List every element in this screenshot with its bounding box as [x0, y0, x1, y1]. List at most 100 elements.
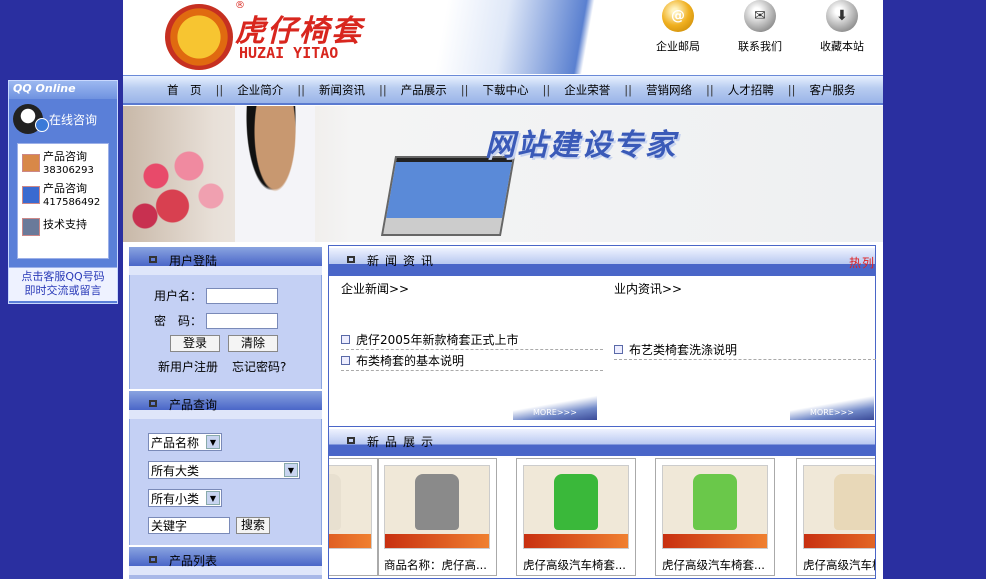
- product-image: [662, 465, 768, 549]
- clear-button[interactable]: 清除: [228, 335, 278, 352]
- nav-item[interactable]: 客户服务: [810, 82, 856, 98]
- top-links: @ 企业邮局 ✉ 联系我们 ⬇ 收藏本站: [649, 0, 871, 54]
- product-image: [523, 465, 629, 549]
- news-item[interactable]: 布艺类椅套洗涤说明: [614, 339, 876, 360]
- nav-item[interactable]: 人才招聘: [728, 82, 774, 98]
- product-carousel: 车... 商品名称：虎仔高... 虎仔高级汽车椅套... 虎仔高级汽车椅套... 虎仔高…: [329, 456, 875, 576]
- qq-contact-label: 产品咨询: [43, 150, 87, 163]
- bookmark-link[interactable]: ⬇ 收藏本站: [813, 0, 871, 54]
- company-news-title[interactable]: 企业新闻>>: [341, 280, 602, 297]
- qq-contact[interactable]: 产品咨询 38306293: [22, 150, 104, 178]
- nav-item[interactable]: 企业荣誉: [564, 82, 610, 98]
- subcategory-select-value: 所有小类: [151, 491, 200, 506]
- square-icon: [347, 256, 355, 263]
- product-name: 虎仔高级汽车椅套...: [803, 558, 875, 572]
- contact-us-link[interactable]: ✉ 联系我们: [731, 0, 789, 54]
- qq-contact[interactable]: 产品咨询 417586492: [22, 182, 104, 210]
- nav-separator: ||: [460, 82, 469, 97]
- qq-contact[interactable]: 技术支持: [22, 214, 104, 236]
- more-button[interactable]: MORE>>>: [513, 394, 597, 420]
- product-card[interactable]: 虎仔高级汽车椅套...: [516, 458, 636, 576]
- product-image: [803, 465, 875, 549]
- login-header: 用户登陆: [129, 245, 322, 275]
- flowers-image: [123, 136, 233, 236]
- news-item-title: 布艺类椅套洗涤说明: [629, 342, 738, 357]
- product-card[interactable]: 车...: [329, 458, 379, 576]
- qq-footer[interactable]: 点击客服QQ号码 即时交流或留言: [9, 267, 117, 301]
- qq-panel-header: QQ Online: [9, 81, 117, 99]
- online-consult[interactable]: 在线咨询: [9, 99, 117, 139]
- nav-separator: ||: [297, 82, 305, 97]
- password-label: 密 码：: [153, 314, 202, 328]
- nav-separator: ||: [542, 82, 551, 97]
- nav-item[interactable]: 新闻资讯: [319, 82, 365, 98]
- square-icon: [149, 400, 157, 407]
- seat-cover-image: [415, 474, 459, 530]
- man-on-phone-image: [235, 106, 315, 242]
- qq-contact-list: 产品咨询 38306293 产品咨询 417586492 技术支持: [17, 143, 109, 259]
- product-card[interactable]: 虎仔高级汽车椅套...: [796, 458, 875, 576]
- subcategory-select[interactable]: 所有小类 ▼: [148, 489, 222, 507]
- chevron-down-icon: ▼: [206, 435, 220, 449]
- nav-item[interactable]: 营销网络: [646, 82, 692, 98]
- nav-item[interactable]: 首 页: [167, 82, 202, 98]
- category-select[interactable]: 所有大类 ▼: [148, 461, 300, 479]
- nav-item[interactable]: 下载中心: [483, 82, 529, 98]
- field-select-value: 产品名称: [151, 435, 200, 450]
- image-strip: [385, 534, 489, 548]
- contact-us-label: 联系我们: [738, 40, 782, 53]
- product-card[interactable]: 商品名称：虎仔高...: [377, 458, 497, 576]
- page: ® 虎仔椅套 HUZAI YITAO @ 企业邮局 ✉ 联系我们 ⬇ 收藏本站 …: [123, 0, 883, 579]
- hot-label: 热列: [848, 256, 875, 270]
- chevron-down-icon: ▼: [284, 463, 298, 477]
- image-strip: [329, 534, 371, 548]
- news-item[interactable]: 布类椅套的基本说明: [341, 350, 603, 371]
- nav-item[interactable]: 企业简介: [237, 82, 283, 98]
- company-news: 企业新闻>> 虎仔2005年新款椅套正式上市 布类椅套的基本说明 MORE>>>: [329, 276, 603, 426]
- news-item-title: 虎仔2005年新款椅套正式上市: [356, 332, 519, 347]
- username-label: 用户名：: [153, 289, 202, 303]
- industry-news-title[interactable]: 业内资讯>>: [614, 280, 875, 297]
- arrow-bullet-icon: [341, 355, 350, 365]
- qq-contact-number: 417586492: [43, 197, 101, 208]
- nav-separator: ||: [787, 82, 796, 97]
- arrow-bullet-icon: [614, 344, 623, 354]
- keyword-input[interactable]: [148, 517, 230, 534]
- qq-footer-line2: 即时交流或留言: [24, 284, 102, 297]
- forgot-password-link[interactable]: 忘记密码?: [232, 358, 286, 375]
- industry-news: 业内资讯>> 布艺类椅套洗涤说明 MORE>>>: [602, 276, 876, 426]
- nav-separator: ||: [379, 82, 387, 97]
- news-item[interactable]: 虎仔2005年新款椅套正式上市: [341, 329, 603, 350]
- product-list-title: 产品列表: [169, 554, 218, 568]
- contact-icon: ✉: [744, 0, 776, 32]
- search-button[interactable]: 搜索: [236, 517, 270, 534]
- qq-footer-line1: 点击客服QQ号码: [21, 270, 105, 283]
- qq-contact-label: 技术支持: [43, 218, 87, 231]
- nav-separator: ||: [624, 82, 632, 97]
- product-list-header: 产品列表: [129, 545, 322, 575]
- product-name: 虎仔高级汽车椅套...: [662, 558, 765, 572]
- login-button[interactable]: 登录: [170, 335, 220, 352]
- new-products-header: 新品展示: [329, 426, 875, 456]
- field-select[interactable]: 产品名称 ▼: [148, 433, 222, 451]
- nav-item[interactable]: 产品展示: [401, 82, 447, 98]
- product-card[interactable]: 虎仔高级汽车椅套...: [655, 458, 775, 576]
- avatar-icon: [22, 154, 40, 172]
- right-panel: 新闻资讯 热列 企业新闻>> 虎仔2005年新款椅套正式上市 布类椅套的基本说明…: [328, 245, 876, 579]
- more-button[interactable]: MORE>>>: [790, 394, 874, 420]
- news-item-title: 布类椅套的基本说明: [356, 353, 465, 368]
- seat-cover-image: [693, 474, 737, 530]
- download-icon: ⬇: [826, 0, 858, 32]
- nav-separator: ||: [706, 82, 714, 97]
- category-select-value: 所有大类: [151, 463, 200, 478]
- password-input[interactable]: [206, 312, 278, 329]
- chevron-down-icon: ▼: [206, 491, 220, 505]
- qq-contact-label: 产品咨询: [43, 182, 87, 195]
- bookmark-label: 收藏本站: [820, 40, 864, 53]
- username-input[interactable]: [206, 287, 278, 304]
- enterprise-mail-label: 企业邮局: [656, 40, 700, 53]
- register-link[interactable]: 新用户注册: [158, 358, 218, 375]
- product-search-form: 产品名称 ▼ 所有大类 ▼ 所有小类 ▼ 搜索: [129, 419, 322, 545]
- enterprise-mail-link[interactable]: @ 企业邮局: [649, 0, 707, 54]
- seat-cover-image: [329, 474, 341, 530]
